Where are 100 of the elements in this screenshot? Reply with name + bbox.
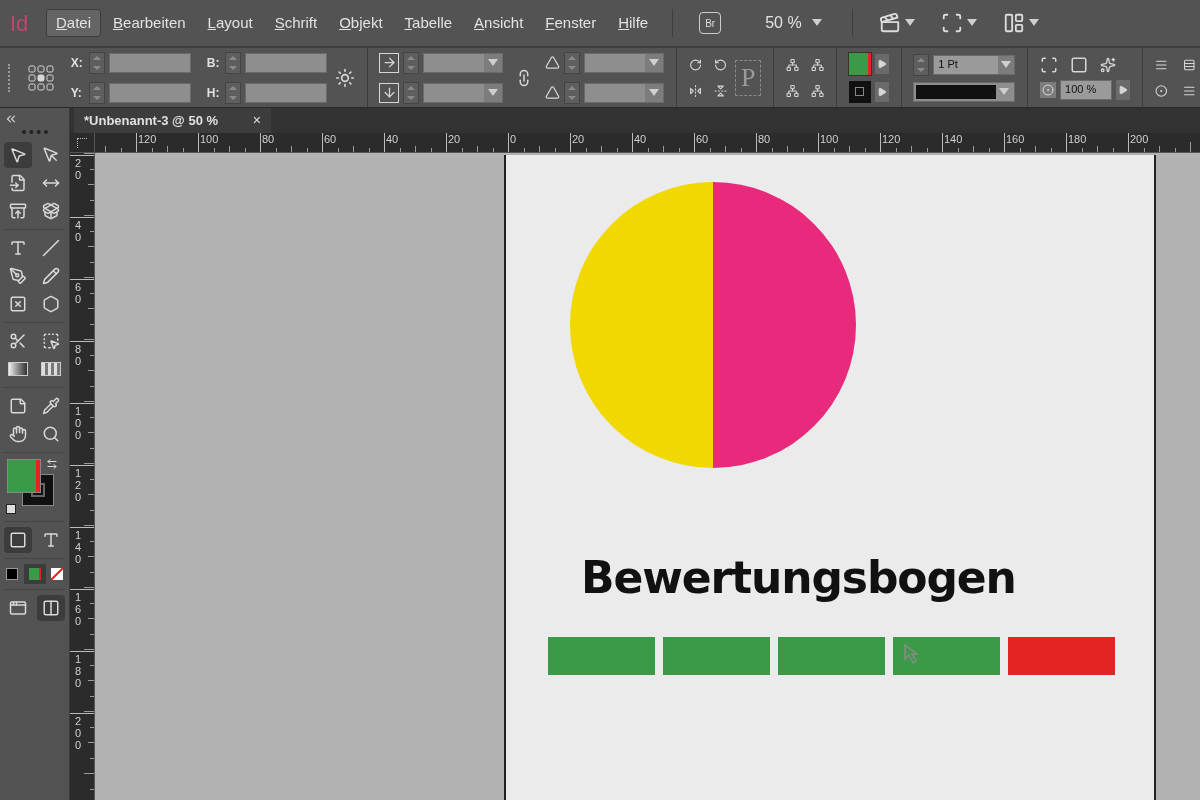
free-transform-tool-icon[interactable] xyxy=(41,332,60,350)
scale-y-icon[interactable] xyxy=(379,82,400,103)
panel-grip[interactable] xyxy=(8,63,11,92)
scale-x-icon[interactable] xyxy=(379,52,400,73)
menu-item[interactable]: Hilfe xyxy=(608,9,659,37)
note-tool-icon[interactable] xyxy=(9,397,27,415)
apply-color-button[interactable] xyxy=(6,568,18,580)
ruler-label: 140 xyxy=(75,529,83,566)
ruler-label: 20 xyxy=(448,134,461,145)
dropdown-field[interactable] xyxy=(584,82,665,103)
opacity-field[interactable]: 100 % xyxy=(1060,79,1113,100)
dropdown-caret-icon[interactable] xyxy=(488,58,499,67)
close-button[interactable]: × xyxy=(252,110,261,131)
view-options-icon[interactable] xyxy=(878,12,915,34)
screen-mode-icon[interactable] xyxy=(940,12,977,34)
formatting-text-icon-icon[interactable] xyxy=(41,531,60,549)
formatting-container-icon-icon[interactable] xyxy=(9,531,27,549)
menu-item[interactable]: Schrift xyxy=(264,9,328,37)
stroke-type-dropdown[interactable] xyxy=(913,81,1016,102)
content-placer-tool-icon[interactable] xyxy=(41,202,60,220)
collapse-icon[interactable] xyxy=(4,112,18,126)
reference-point-icon[interactable] xyxy=(26,63,55,92)
menu-item[interactable]: Ansicht xyxy=(464,9,534,37)
spinner-icon[interactable] xyxy=(564,51,581,74)
spinner-icon[interactable] xyxy=(88,81,105,104)
bridge-button[interactable]: Br xyxy=(699,12,722,34)
dropdown-caret-icon[interactable] xyxy=(904,19,915,27)
play-icon[interactable] xyxy=(1116,79,1131,100)
menu-item[interactable]: Datei xyxy=(46,9,102,37)
hand-tool-icon[interactable] xyxy=(9,425,27,443)
field-label: Y: xyxy=(70,84,83,102)
input-field[interactable] xyxy=(244,82,327,103)
document-tab[interactable]: *Unbenannt-3 @ 50 % × xyxy=(74,108,271,133)
corner-options-icon[interactable] xyxy=(1040,55,1059,74)
dropdown-caret-icon[interactable] xyxy=(966,19,977,27)
line-tool-icon[interactable] xyxy=(41,239,60,257)
pencil-tool-icon[interactable] xyxy=(41,267,60,285)
spinner-icon[interactable] xyxy=(224,81,241,104)
app-logo: Id xyxy=(9,9,30,38)
scissors-tool-icon[interactable] xyxy=(9,332,27,350)
screen-mode-icon-icon[interactable] xyxy=(41,599,60,617)
drop-shadow-icon[interactable] xyxy=(1070,55,1089,74)
ruler-origin[interactable] xyxy=(70,133,95,153)
input-field[interactable] xyxy=(244,52,327,73)
tool-button[interactable] xyxy=(4,142,32,168)
opacity-icon[interactable] xyxy=(1040,81,1057,98)
stroke-weight-dropdown[interactable]: 1 Pt xyxy=(933,54,1016,75)
pen-tool-icon[interactable] xyxy=(9,267,27,285)
spinner-icon[interactable] xyxy=(224,51,241,74)
shear-icon[interactable] xyxy=(545,85,561,100)
stroke-swatch[interactable] xyxy=(848,80,871,103)
content-collector-tool-icon[interactable] xyxy=(9,202,27,220)
field-label: B: xyxy=(206,54,221,72)
dropdown-caret-icon[interactable] xyxy=(811,19,822,27)
menu-item[interactable]: Fenster xyxy=(535,9,607,37)
fill-stroke-swatches[interactable] xyxy=(8,460,55,507)
dropdown-field[interactable] xyxy=(423,82,504,103)
play-icon[interactable] xyxy=(874,53,889,74)
rectangle-frame-tool-icon[interactable] xyxy=(9,295,27,313)
tool-button[interactable] xyxy=(4,527,32,553)
selection-tool-icon[interactable] xyxy=(9,146,27,164)
menu-item[interactable]: Bearbeiten xyxy=(103,9,196,37)
spinner-icon[interactable] xyxy=(564,81,581,104)
spinner-icon[interactable] xyxy=(403,51,420,74)
dropdown-caret-icon[interactable] xyxy=(1028,19,1039,27)
spinner-icon[interactable] xyxy=(88,51,105,74)
ruler-label: 40 xyxy=(75,219,83,244)
input-field[interactable] xyxy=(108,52,191,73)
input-field[interactable] xyxy=(108,82,191,103)
direct-selection-tool-icon[interactable] xyxy=(41,146,60,164)
arrange-documents-icon[interactable] xyxy=(1002,12,1039,34)
dropdown-caret-icon[interactable] xyxy=(649,88,660,97)
play-icon[interactable] xyxy=(874,81,889,102)
constrain-proportions-icon[interactable] xyxy=(334,67,355,88)
fill-swatch[interactable] xyxy=(848,52,871,75)
zoom-dropdown[interactable]: 50 % xyxy=(765,11,822,35)
menu-item[interactable]: Objekt xyxy=(329,9,393,37)
polygon-tool-icon[interactable] xyxy=(41,295,60,313)
swap-icon[interactable] xyxy=(46,458,58,470)
ruler-label: 80 xyxy=(758,134,771,145)
menu-item[interactable]: Tabelle xyxy=(394,9,463,37)
default-colors-icon[interactable] xyxy=(6,504,16,514)
type-tool-icon[interactable] xyxy=(9,239,27,257)
tool-button[interactable] xyxy=(36,595,65,621)
dropdown-field[interactable] xyxy=(584,52,665,73)
view-mode-icon-icon[interactable] xyxy=(9,599,27,617)
effects-icon[interactable] xyxy=(1100,56,1117,73)
zoom-tool-icon[interactable] xyxy=(41,425,60,443)
page-tool-icon[interactable] xyxy=(9,174,27,192)
dropdown-caret-icon[interactable] xyxy=(1001,60,1012,69)
eyedropper-tool-icon[interactable] xyxy=(41,397,60,415)
dropdown-caret-icon[interactable] xyxy=(488,88,499,97)
angle-icon[interactable] xyxy=(545,55,561,70)
apply-gradient-button[interactable] xyxy=(23,564,46,584)
apply-none-icon[interactable] xyxy=(51,568,63,580)
spinner-icon[interactable] xyxy=(913,53,930,76)
dropdown-field[interactable] xyxy=(423,52,504,73)
dropdown-caret-icon[interactable] xyxy=(649,58,660,67)
menu-item[interactable]: Layout xyxy=(197,9,263,37)
spinner-icon[interactable] xyxy=(403,81,420,104)
